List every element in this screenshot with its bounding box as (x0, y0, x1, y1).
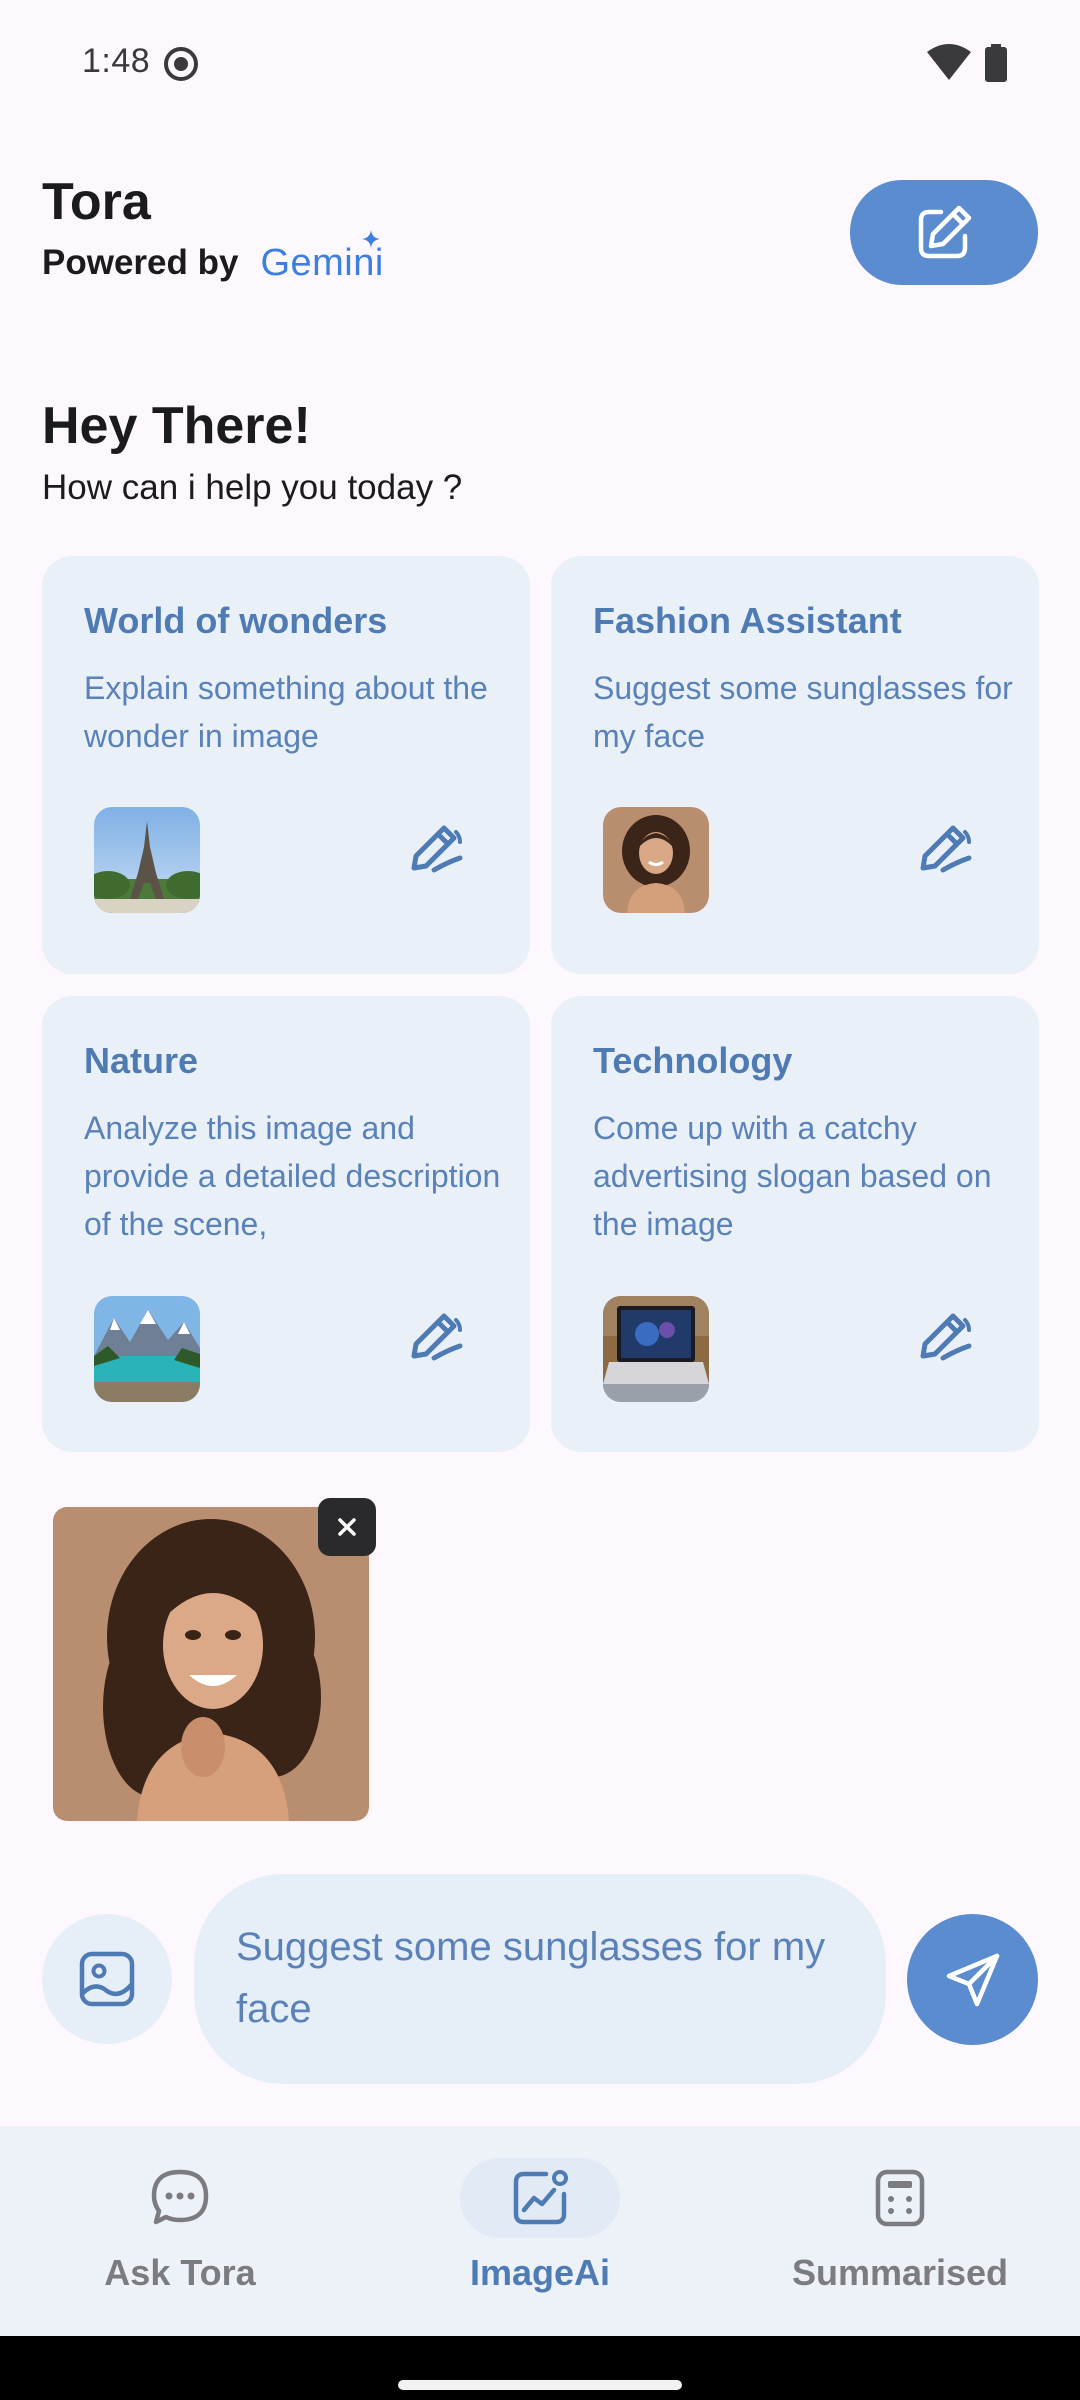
card-description: Analyze this image and provide a detaile… (84, 1110, 501, 1242)
card-description: Explain something about the wonder in im… (84, 670, 488, 754)
send-icon (946, 1953, 999, 2006)
card-description: Come up with a catchy advertising slogan… (593, 1110, 992, 1242)
card-title: Technology (593, 1040, 793, 1081)
calculator-doc-icon (875, 2169, 925, 2227)
nav-item-ask-tora[interactable]: Ask Tora (0, 2126, 360, 2336)
system-gesture-bar (0, 2336, 1080, 2400)
greeting-subtitle: How can i help you today ? (42, 468, 463, 507)
status-time: 1:48 (82, 42, 151, 80)
card-title: Nature (84, 1040, 199, 1081)
suggestion-card-world-of-wonders[interactable]: World of wonders Explain something about… (42, 556, 530, 974)
screen-record-icon (164, 47, 198, 81)
suggestion-card-technology[interactable]: Technology Come up with a catchy adverti… (551, 996, 1039, 1452)
new-chat-button[interactable] (850, 180, 1038, 285)
edit-pen-icon[interactable] (913, 818, 973, 878)
suggestion-card-fashion-assistant[interactable]: Fashion Assistant Suggest some sunglasse… (551, 556, 1039, 974)
remove-attachment-button[interactable] (318, 1498, 376, 1556)
sparkle-icon (361, 229, 380, 248)
nav-item-summarised[interactable]: Summarised (720, 2126, 1080, 2336)
pick-image-button[interactable] (42, 1914, 172, 2044)
nav-item-imageai[interactable]: ImageAi (360, 2126, 720, 2336)
card-title: World of wonders (84, 600, 388, 641)
screen: 1:48 Tora Powered by Gemini Hey There! H… (0, 0, 1080, 2400)
prompt-input[interactable]: Suggest some sunglasses for my face (194, 1874, 886, 2084)
image-icon (79, 1951, 135, 2007)
suggestion-card-nature[interactable]: Nature Analyze this image and provide a … (42, 996, 530, 1452)
eiffel-tower-image (94, 807, 200, 913)
laptop-image (603, 1296, 709, 1402)
close-icon (338, 1518, 356, 1536)
image-chart-icon (513, 2170, 568, 2225)
edit-square-icon (918, 205, 972, 258)
attached-image-preview[interactable] (53, 1507, 369, 1821)
battery-icon (985, 44, 1007, 82)
powered-by-label: Powered by (42, 243, 239, 282)
greeting-title: Hey There! (42, 397, 311, 455)
gemini-logo-text: Gemini (260, 241, 384, 284)
home-gesture-handle[interactable] (398, 2380, 682, 2390)
edit-pen-icon[interactable] (913, 1306, 973, 1366)
gemini-logo: Gemini (260, 229, 384, 285)
nav-label: Ask Tora (104, 2252, 256, 2293)
woman-portrait-image (603, 807, 709, 913)
nav-label: Summarised (791, 2252, 1009, 2293)
card-title: Fashion Assistant (593, 600, 902, 641)
chat-bubble-icon (151, 2169, 209, 2225)
bottom-navigation: Ask Tora ImageAi Summarised (0, 2126, 1080, 2336)
wifi-icon (927, 44, 971, 80)
status-bar: 1:48 (0, 0, 1080, 128)
mountain-lake-image (94, 1296, 200, 1402)
powered-by-row: Powered by Gemini (42, 229, 384, 288)
send-button[interactable] (907, 1914, 1038, 2045)
card-description: Suggest some sunglasses for my face (593, 670, 1013, 754)
nav-label: ImageAi (469, 2252, 611, 2293)
edit-pen-icon[interactable] (404, 818, 464, 878)
app-title: Tora (42, 173, 151, 231)
edit-pen-icon[interactable] (404, 1306, 464, 1366)
